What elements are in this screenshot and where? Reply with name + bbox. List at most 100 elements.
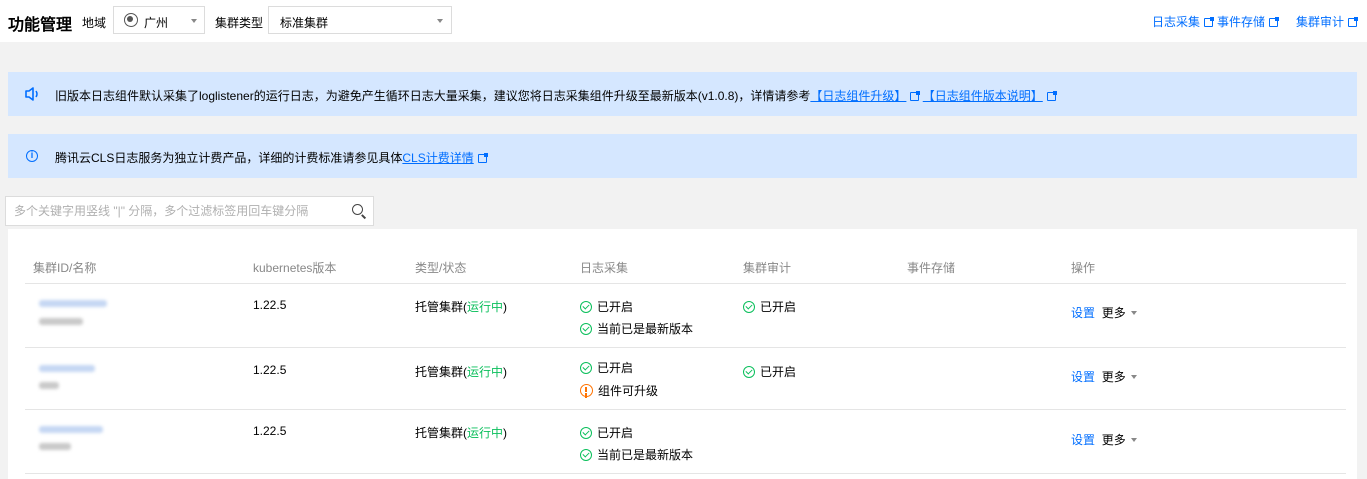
region-value: 广州 — [144, 16, 169, 30]
cluster-type: 托管集群( — [415, 365, 467, 379]
chevron-down-icon — [437, 19, 443, 23]
chevron-down-icon — [191, 19, 197, 23]
cls-billing-link[interactable]: CLS计费详情 — [402, 151, 473, 165]
log-version-text: 当前已是最新版本 — [597, 448, 694, 462]
audit-status-text: 已开启 — [760, 365, 797, 379]
table-row: 1.22.5 托管集群(运行中) 已开启 当前已是最新版本 已开启 设置 更多 — [25, 284, 1346, 348]
globe-icon — [124, 13, 138, 27]
external-link-icon — [910, 91, 921, 101]
status-running: 运行中 — [467, 426, 504, 440]
more-menu[interactable]: 更多 — [1102, 306, 1137, 320]
col-header-k8s: kubernetes版本 — [253, 261, 337, 275]
cluster-type: 托管集群( — [415, 426, 467, 440]
check-circle-icon — [580, 323, 592, 335]
cluster-type-value: 标准集群 — [280, 16, 329, 30]
log-version-status: 当前已是最新版本 — [580, 446, 693, 463]
settings-link[interactable]: 设置 — [1071, 306, 1095, 320]
audit-status: 已开启 — [743, 298, 796, 315]
more-menu[interactable]: 更多 — [1102, 370, 1137, 384]
more-menu[interactable]: 更多 — [1102, 433, 1137, 447]
row-actions: 设置 更多 — [1071, 368, 1137, 385]
chevron-down-icon — [1130, 375, 1137, 379]
cluster-id-link[interactable] — [39, 300, 107, 307]
external-link-icon — [477, 153, 488, 163]
upgrade-notice-body: 旧版本日志组件默认采集了loglistener的运行日志，为避免产生循环日志大量… — [55, 89, 811, 103]
more-label: 更多 — [1101, 306, 1126, 320]
search-box — [5, 196, 374, 226]
col-header-cluster: 集群ID/名称 — [33, 261, 97, 275]
table-row: 1.22.5 托管集群(运行中) 已开启 组件可升级 已开启 设置 更多 — [25, 349, 1346, 410]
check-circle-icon — [580, 301, 592, 313]
cluster-audit-link[interactable]: 集群审计 — [1296, 13, 1359, 30]
billing-notice-text: 腾讯云CLS日志服务为独立计费产品，详细的计费标准请参见具体CLS计费详情 — [55, 149, 488, 166]
event-storage-link[interactable]: 事件存储 — [1217, 13, 1280, 30]
log-status-text: 已开启 — [597, 426, 634, 440]
external-link-icon — [1046, 91, 1057, 101]
more-label: 更多 — [1101, 433, 1126, 447]
row-actions: 设置 更多 — [1071, 304, 1137, 321]
cluster-id-link[interactable] — [39, 426, 103, 433]
log-component-upgrade-link[interactable]: 【日志组件升级】 — [810, 89, 906, 103]
cluster-audit-link-label: 集群审计 — [1296, 15, 1345, 29]
search-input[interactable] — [14, 203, 334, 219]
check-circle-icon — [580, 362, 592, 374]
region-label: 地域 — [82, 16, 107, 30]
log-version-text: 当前已是最新版本 — [597, 322, 694, 336]
log-status: 已开启 — [580, 298, 633, 315]
cluster-table: 集群ID/名称 kubernetes版本 类型/状态 日志采集 集群审计 事件存… — [8, 229, 1357, 479]
speaker-icon — [25, 87, 38, 101]
status-running: 运行中 — [467, 365, 504, 379]
table-row: 1.22.5 托管集群(运行中) 已开启 当前已是最新版本 设置 更多 — [25, 411, 1346, 474]
k8s-version: 1.22.5 — [253, 298, 287, 312]
cluster-name — [39, 443, 71, 450]
status-running: 运行中 — [467, 300, 504, 314]
col-header-log: 日志采集 — [580, 261, 629, 275]
col-header-audit: 集群审计 — [743, 261, 792, 275]
check-circle-icon — [743, 366, 755, 378]
log-version-text: 组件可升级 — [598, 384, 659, 398]
external-link-icon — [1204, 17, 1215, 27]
warning-circle-icon — [580, 384, 593, 397]
col-header-actions: 操作 — [1071, 261, 1096, 275]
type-status: 托管集群(运行中) — [415, 363, 507, 380]
settings-link[interactable]: 设置 — [1071, 433, 1095, 447]
col-header-event: 事件存储 — [907, 261, 956, 275]
k8s-version: 1.22.5 — [253, 363, 287, 377]
type-close: ) — [503, 426, 508, 440]
col-header-type: 类型/状态 — [415, 261, 467, 275]
external-link-icon — [1269, 17, 1280, 27]
page-title: 功能管理 — [8, 17, 73, 34]
info-icon: i — [26, 150, 38, 162]
cluster-id-link[interactable] — [39, 365, 95, 372]
cluster-type: 托管集群( — [415, 300, 467, 314]
event-storage-link-label: 事件存储 — [1217, 15, 1266, 29]
external-link-icon — [1348, 17, 1359, 27]
check-circle-icon — [743, 301, 755, 313]
billing-notice: i 腾讯云CLS日志服务为独立计费产品，详细的计费标准请参见具体CLS计费详情 — [8, 134, 1357, 178]
search-icon[interactable] — [352, 204, 363, 215]
chevron-down-icon — [1130, 311, 1137, 315]
region-select[interactable]: 广州 — [113, 6, 205, 34]
cluster-type-select[interactable]: 标准集群 — [268, 6, 452, 34]
cluster-type-label: 集群类型 — [215, 16, 264, 30]
log-collect-link-label: 日志采集 — [1152, 15, 1201, 29]
k8s-version: 1.22.5 — [253, 424, 287, 438]
log-collect-link[interactable]: 日志采集 — [1152, 13, 1215, 30]
top-bar: 功能管理 地域 广州 集群类型 标准集群 日志采集 事件存储 集群审计 — [0, 0, 1367, 42]
cluster-name — [39, 382, 59, 389]
type-status: 托管集群(运行中) — [415, 298, 507, 315]
check-circle-icon — [580, 449, 592, 461]
audit-status-text: 已开启 — [760, 300, 797, 314]
upgrade-notice: 旧版本日志组件默认采集了loglistener的运行日志，为避免产生循环日志大量… — [8, 72, 1357, 116]
settings-link[interactable]: 设置 — [1071, 370, 1095, 384]
log-status-text: 已开启 — [597, 361, 634, 375]
log-component-version-link[interactable]: 【日志组件版本说明】 — [923, 89, 1043, 103]
cluster-name — [39, 318, 83, 325]
type-close: ) — [503, 300, 508, 314]
log-version-status: 当前已是最新版本 — [580, 320, 693, 337]
check-circle-icon — [580, 427, 592, 439]
audit-status: 已开启 — [743, 363, 796, 380]
row-actions: 设置 更多 — [1071, 431, 1137, 448]
log-status: 已开启 — [580, 424, 633, 441]
log-version-status: 组件可升级 — [580, 382, 658, 399]
